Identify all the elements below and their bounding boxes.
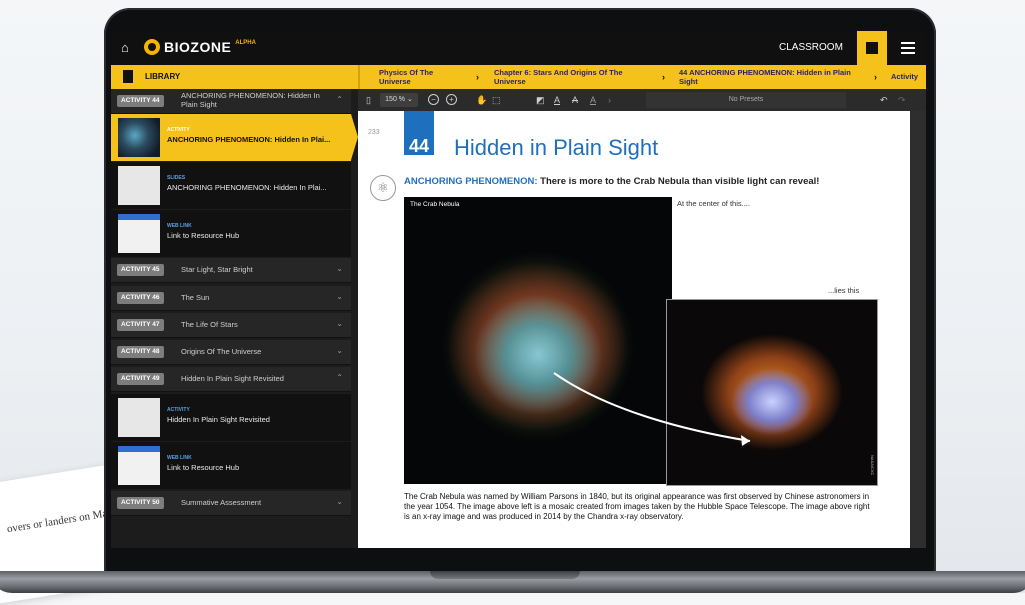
activity-badge: ACTIVITY 49 xyxy=(117,373,164,385)
zoom-out-icon[interactable]: − xyxy=(428,94,439,105)
activity-badge: ACTIVITY 50 xyxy=(117,497,164,509)
document-page: 233 44 Hidden in Plain Sight ⚛ ANCHORING… xyxy=(358,111,910,548)
activity-badge: ACTIVITY 44 xyxy=(117,95,164,107)
sidebar-resource-weblink[interactable]: WEB LINK Link to Resource Hub xyxy=(111,210,351,257)
chevron-down-icon[interactable]: ⌄ xyxy=(336,346,343,355)
hand-icon[interactable]: ✋ xyxy=(476,94,487,106)
sidebar-resource-weblink[interactable]: WEB LINK Link to Resource Hub xyxy=(111,442,351,489)
select-icon[interactable]: ⬚ xyxy=(492,94,501,106)
zoom-select[interactable]: 150 % ⌄ xyxy=(380,93,418,107)
page-icon[interactable]: ▯ xyxy=(366,94,371,106)
resource-thumbnail xyxy=(118,214,160,253)
presets-dropdown[interactable]: No Presets xyxy=(646,92,846,108)
resource-type: WEB LINK xyxy=(167,455,192,461)
breadcrumb-item-activity[interactable]: Activity xyxy=(891,72,918,81)
document-area: 233 44 Hidden in Plain Sight ⚛ ANCHORING… xyxy=(358,111,926,548)
activity-badge: ACTIVITY 47 xyxy=(117,319,164,331)
image-caption: The Crab Nebula was named by William Par… xyxy=(404,492,870,521)
activity-badge: ACTIVITY 45 xyxy=(117,264,164,276)
breadcrumb: LIBRARY Physics Of The Universe › Chapte… xyxy=(111,65,926,89)
sidebar-activity-48[interactable]: ACTIVITY 48 Origins Of The Universe ⌄ xyxy=(111,340,351,365)
activity-title: Hidden In Plain Sight Revisited xyxy=(181,374,284,383)
sidebar-resource-activity[interactable]: ACTIVITY Hidden In Plain Sight Revisited xyxy=(111,394,351,441)
library-icon xyxy=(123,70,133,83)
resource-thumbnail xyxy=(118,446,160,485)
resource-title: Link to Resource Hub xyxy=(167,463,240,472)
activity-title: Star Light, Star Bright xyxy=(181,265,253,274)
resource-thumbnail xyxy=(118,166,160,205)
biozone-logo[interactable]: BIOZONE ALPHA xyxy=(144,39,256,55)
chevron-right-icon: › xyxy=(874,72,877,82)
chevron-up-icon[interactable]: ⌃ xyxy=(336,95,343,104)
home-icon[interactable]: ⌂ xyxy=(121,41,135,55)
resource-title: ANCHORING PHENOMENON: Hidden In Plai... xyxy=(167,183,327,192)
resource-thumbnail xyxy=(118,118,160,157)
chevron-right-icon: › xyxy=(662,72,665,82)
sidebar-resource-activity[interactable]: ACTIVITY ANCHORING PHENOMENON: Hidden In… xyxy=(111,114,358,161)
library-sidebar: ACTIVITY 44 ANCHORING PHENOMENON: Hidden… xyxy=(111,89,358,548)
activity-title: The Sun xyxy=(181,293,210,302)
text-strike-icon[interactable]: A xyxy=(572,94,578,106)
laptop-notch xyxy=(430,571,580,579)
book-button[interactable] xyxy=(857,31,887,65)
zoom-in-icon[interactable]: + xyxy=(446,94,457,105)
breadcrumb-item-chapter[interactable]: Chapter 6: Stars And Origins Of The Univ… xyxy=(494,68,644,86)
resource-title: ANCHORING PHENOMENON: Hidden In Plai... xyxy=(167,135,331,144)
resource-type: SLIDES xyxy=(167,175,186,181)
redo-icon[interactable]: ↷ xyxy=(898,94,906,106)
arrow-connector xyxy=(553,372,751,446)
chevron-down-icon[interactable]: ⌄ xyxy=(336,319,343,328)
chevron-down-icon[interactable]: ⌄ xyxy=(336,292,343,301)
document-toolbar: ▯ 150 % ⌄ − + ✋ ⬚ ◩ A A A › No Presets ↶… xyxy=(358,89,926,111)
breadcrumb-divider xyxy=(358,65,360,89)
sidebar-activity-44[interactable]: ACTIVITY 44 ANCHORING PHENOMENON: Hidden… xyxy=(111,89,351,114)
activity-title: Summative Assessment xyxy=(181,498,262,507)
activity-title: ANCHORING PHENOMENON: Hidden In Plain Si… xyxy=(181,91,320,109)
resource-title: Link to Resource Hub xyxy=(167,231,240,240)
sidebar-resource-slides[interactable]: SLIDES ANCHORING PHENOMENON: Hidden In P… xyxy=(111,162,351,209)
library-label[interactable]: LIBRARY xyxy=(145,72,180,81)
top-bar: ⌂ BIOZONE ALPHA CLASSROOM xyxy=(111,31,926,65)
resource-type: ACTIVITY xyxy=(167,407,190,413)
classroom-link[interactable]: CLASSROOM xyxy=(779,42,843,53)
activity-badge: ACTIVITY 46 xyxy=(117,292,164,304)
resource-title: Hidden In Plain Sight Revisited xyxy=(167,415,270,424)
chevron-down-icon[interactable]: ⌄ xyxy=(336,497,343,506)
resource-type: ACTIVITY xyxy=(167,127,190,133)
paper-text: overs or landers on Ma xyxy=(6,507,109,536)
sidebar-activity-49[interactable]: ACTIVITY 49 Hidden In Plain Sight Revisi… xyxy=(111,367,351,392)
activity-title: Origins Of The Universe xyxy=(181,347,262,356)
breadcrumb-item-activity-page[interactable]: 44 ANCHORING PHENOMENON: Hidden in Plain… xyxy=(679,68,854,86)
logo-text: BIOZONE xyxy=(164,39,232,55)
sidebar-activity-45[interactable]: ACTIVITY 45 Star Light, Star Bright ⌄ xyxy=(111,258,351,283)
activity-badge: ACTIVITY 48 xyxy=(117,346,164,358)
sidebar-activity-46[interactable]: ACTIVITY 46 The Sun ⌄ xyxy=(111,286,351,311)
laptop-base xyxy=(0,571,1025,593)
text-highlight-icon[interactable]: A xyxy=(590,94,596,106)
chevron-down-icon[interactable]: ⌄ xyxy=(336,264,343,273)
laptop-screen: ⌂ BIOZONE ALPHA CLASSROOM LIBRARY Physic… xyxy=(111,31,926,548)
resource-thumbnail xyxy=(118,398,160,437)
chevron-right-icon: › xyxy=(476,72,479,82)
logo-mark xyxy=(144,39,160,55)
chevron-right-icon[interactable]: › xyxy=(608,94,611,106)
eraser-icon[interactable]: ◩ xyxy=(536,94,545,106)
activity-title: The Life Of Stars xyxy=(181,320,238,329)
logo-sup: ALPHA xyxy=(235,40,256,46)
chevron-up-icon[interactable]: ⌃ xyxy=(336,373,343,382)
resource-type: WEB LINK xyxy=(167,223,192,229)
book-icon xyxy=(866,42,878,54)
menu-icon[interactable] xyxy=(901,42,915,57)
undo-icon[interactable]: ↶ xyxy=(880,94,888,106)
sidebar-activity-47[interactable]: ACTIVITY 47 The Life Of Stars ⌄ xyxy=(111,313,351,338)
text-underline-icon[interactable]: A xyxy=(554,94,560,106)
sidebar-activity-50[interactable]: ACTIVITY 50 Summative Assessment ⌄ xyxy=(111,491,351,516)
breadcrumb-item-book[interactable]: Physics Of The Universe xyxy=(379,68,459,86)
